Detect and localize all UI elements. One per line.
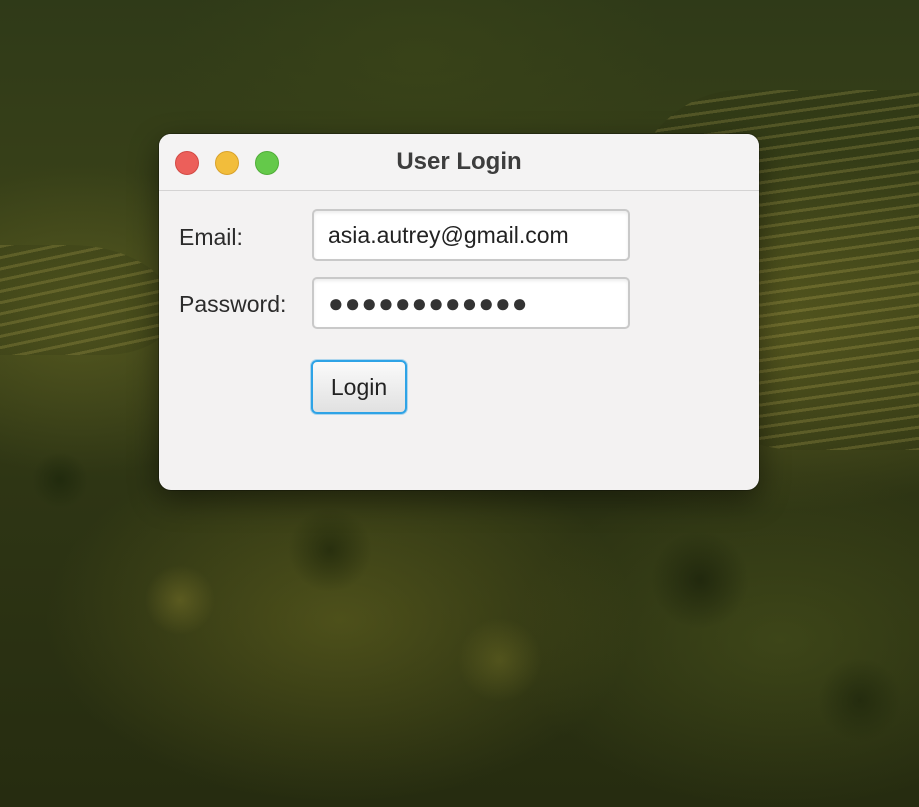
window-title: User Login (396, 148, 522, 175)
login-window: User Login Email: asia.autrey@gmail.com … (159, 134, 759, 490)
password-label: Password: (179, 291, 287, 317)
wallpaper-vineyard-left (0, 245, 175, 355)
window-titlebar[interactable]: User Login (159, 134, 759, 191)
login-button[interactable]: Login (311, 360, 407, 414)
email-field[interactable]: asia.autrey@gmail.com (312, 209, 630, 261)
password-field[interactable]: ●●●●●●●●●●●● (312, 277, 630, 329)
email-label: Email: (179, 224, 243, 250)
desktop-wallpaper: User Login Email: asia.autrey@gmail.com … (0, 0, 919, 807)
